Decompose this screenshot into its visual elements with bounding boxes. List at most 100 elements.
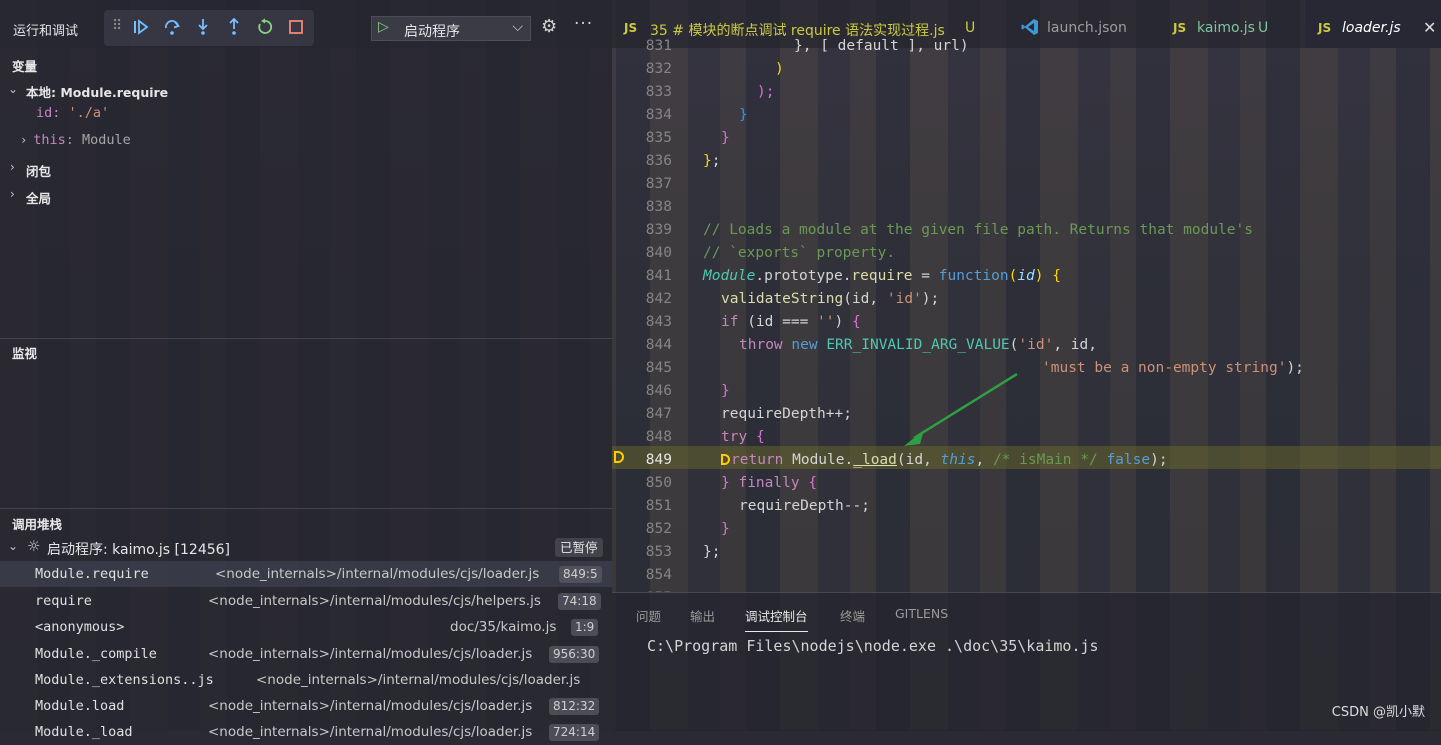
callstack-header-label: 调用堆栈 <box>12 517 63 532</box>
more-actions-icon[interactable]: ··· <box>574 14 593 34</box>
continue-icon[interactable] <box>131 18 151 38</box>
code-line: requireDepth--; <box>739 498 870 514</box>
chevron-down-icon[interactable]: ⌵ <box>512 19 523 35</box>
stack-frame-function: Module._load <box>35 724 133 740</box>
line-number: 843 <box>645 314 672 330</box>
stop-icon[interactable] <box>286 18 306 38</box>
annotation-arrow-icon <box>904 372 1018 446</box>
stack-frame-position: 724:14 <box>549 724 600 741</box>
stack-frame-function: Module._extensions..js <box>35 672 214 688</box>
line-number: 831 <box>645 38 672 54</box>
line-number: 844 <box>645 337 672 353</box>
chevron-down-icon[interactable]: ⌄ <box>8 82 18 96</box>
stack-frame-row[interactable]: require <node_internals>/internal/module… <box>0 588 612 614</box>
line-number: 850 <box>645 475 672 491</box>
watermark: CSDN @凯小默 <box>1331 705 1425 720</box>
stack-frame-position: 1:9 <box>571 619 599 636</box>
tab-gitlens[interactable]: GITLENS <box>895 606 948 621</box>
stack-frame-row[interactable]: Module._compile <node_internals>/interna… <box>0 641 612 667</box>
code-line: } finally { <box>721 475 818 491</box>
step-over-icon[interactable] <box>162 18 182 38</box>
code-line: throw new ERR_INVALID_ARG_VALUE('id', id… <box>739 337 1097 353</box>
scope-closure-label: 闭包 <box>26 164 52 179</box>
stack-frame-path: <node_internals>/internal/modules/cjs/lo… <box>208 646 533 662</box>
scope-local-label: 本地: Module.require <box>26 85 169 100</box>
run-debug-title: 运行和调试 <box>13 24 79 39</box>
scope-global-label: 全局 <box>26 191 52 206</box>
line-number: 835 <box>645 130 672 146</box>
code-line: } <box>739 107 748 123</box>
stack-frame-function: require <box>35 593 92 609</box>
tab-problems[interactable]: 问题 <box>636 606 661 625</box>
inline-breakpoint-icon[interactable] <box>721 454 730 465</box>
stack-frame-path: <node_internals>/internal/modules/cjs/he… <box>208 593 541 609</box>
stack-frame-path: <node_internals>/internal/modules/cjs/lo… <box>208 698 533 714</box>
step-out-icon[interactable] <box>224 17 244 38</box>
variables-section-header[interactable]: 变量 <box>0 52 612 74</box>
stack-frame-function: Module._compile <box>35 646 157 662</box>
scope-closure-row[interactable]: › 闭包 <box>0 158 612 180</box>
line-number: 854 <box>645 567 672 583</box>
chevron-right-icon[interactable]: › <box>10 187 15 201</box>
stack-frame-position: 849:5 <box>559 566 602 583</box>
variable-row[interactable]: id: './a' <box>36 105 109 127</box>
variable-name: this: <box>33 132 74 148</box>
stack-frame-position: 956:30 <box>549 646 600 663</box>
chevron-right-icon[interactable]: › <box>20 133 27 147</box>
callstack-section-header[interactable]: 调用堆栈 <box>0 510 612 532</box>
start-debugging-icon[interactable]: ▷ <box>378 19 389 35</box>
scope-local-row[interactable]: ⌄ 本地: Module.require <box>0 79 612 101</box>
bottom-panel: 问题 输出 调试控制台 终端 GITLENS C:\Program Files\… <box>612 592 1441 731</box>
debug-session-row[interactable]: ⌄ ☼ 启动程序: kaimo.js [12456] <box>0 536 612 558</box>
stack-frame-row[interactable]: <anonymous> doc/35/kaimo.js 1:9 <box>0 614 612 640</box>
code-comment: // Loads a module at the given file path… <box>703 222 1253 238</box>
restart-icon[interactable] <box>255 18 275 38</box>
js-file-icon: JS <box>1173 21 1187 35</box>
line-number: 853 <box>645 544 672 560</box>
js-file-icon: JS <box>624 21 638 35</box>
variable-value: Module <box>82 132 131 148</box>
step-into-icon[interactable] <box>193 18 213 38</box>
variables-header-label: 变量 <box>12 59 38 74</box>
line-number: 845 <box>645 360 672 376</box>
line-number: 833 <box>645 84 672 100</box>
tab-debug-console[interactable]: 调试控制台 <box>745 606 808 632</box>
tab-output[interactable]: 输出 <box>690 606 715 625</box>
stack-frame-row[interactable]: Module._extensions..js <node_internals>/… <box>0 667 612 693</box>
stack-frame-row[interactable]: Module.require <node_internals>/internal… <box>0 561 612 587</box>
tab-badge: U <box>1258 20 1269 36</box>
js-file-icon: JS <box>1318 21 1332 35</box>
variable-value: './a' <box>68 105 110 121</box>
stack-frame-row[interactable]: Module.load <node_internals>/internal/mo… <box>0 693 612 719</box>
tab-label: loader.js <box>1342 20 1401 36</box>
launch-config-label: 启动程序 <box>404 24 460 40</box>
status-badge: 已暂停 <box>555 538 603 557</box>
watch-section-header[interactable]: 监视 <box>0 339 612 361</box>
line-number: 848 <box>645 429 672 445</box>
drag-handle-icon[interactable]: ⠿ <box>112 18 122 34</box>
code-editor[interactable]: 831 832 833 834 835 836 837 838 839 840 … <box>612 36 1441 592</box>
line-number: 851 <box>645 498 672 514</box>
tab-terminal[interactable]: 终端 <box>840 606 865 625</box>
gear-icon[interactable]: ⚙ <box>541 16 557 37</box>
watch-header-label: 监视 <box>12 346 38 361</box>
variable-row[interactable]: › this: Module <box>20 132 131 154</box>
line-number-current: 849 <box>645 452 672 468</box>
line-number: 847 <box>645 406 672 422</box>
chevron-right-icon[interactable]: › <box>10 160 15 174</box>
code-line: } <box>721 521 730 537</box>
stack-frame-function: Module.load <box>35 698 125 714</box>
code-line: } <box>721 130 730 146</box>
close-icon[interactable]: ✕ <box>1423 18 1436 37</box>
code-line: try { <box>721 429 765 445</box>
variable-name: id: <box>36 105 61 121</box>
chevron-down-icon[interactable]: ⌄ <box>8 539 18 553</box>
stack-frame-path: <node_internals>/internal/modules/cjs/lo… <box>215 566 540 582</box>
code-line: validateString(id, 'id'); <box>721 291 940 307</box>
stack-frame-row[interactable]: Module._load <node_internals>/internal/m… <box>0 719 612 745</box>
launch-config-select[interactable]: ▷ 启动程序 ⌵ <box>371 16 531 41</box>
scope-global-row[interactable]: › 全局 <box>0 185 612 207</box>
line-number: 836 <box>645 153 672 169</box>
code-line: ) <box>775 61 784 77</box>
divider <box>0 508 612 509</box>
